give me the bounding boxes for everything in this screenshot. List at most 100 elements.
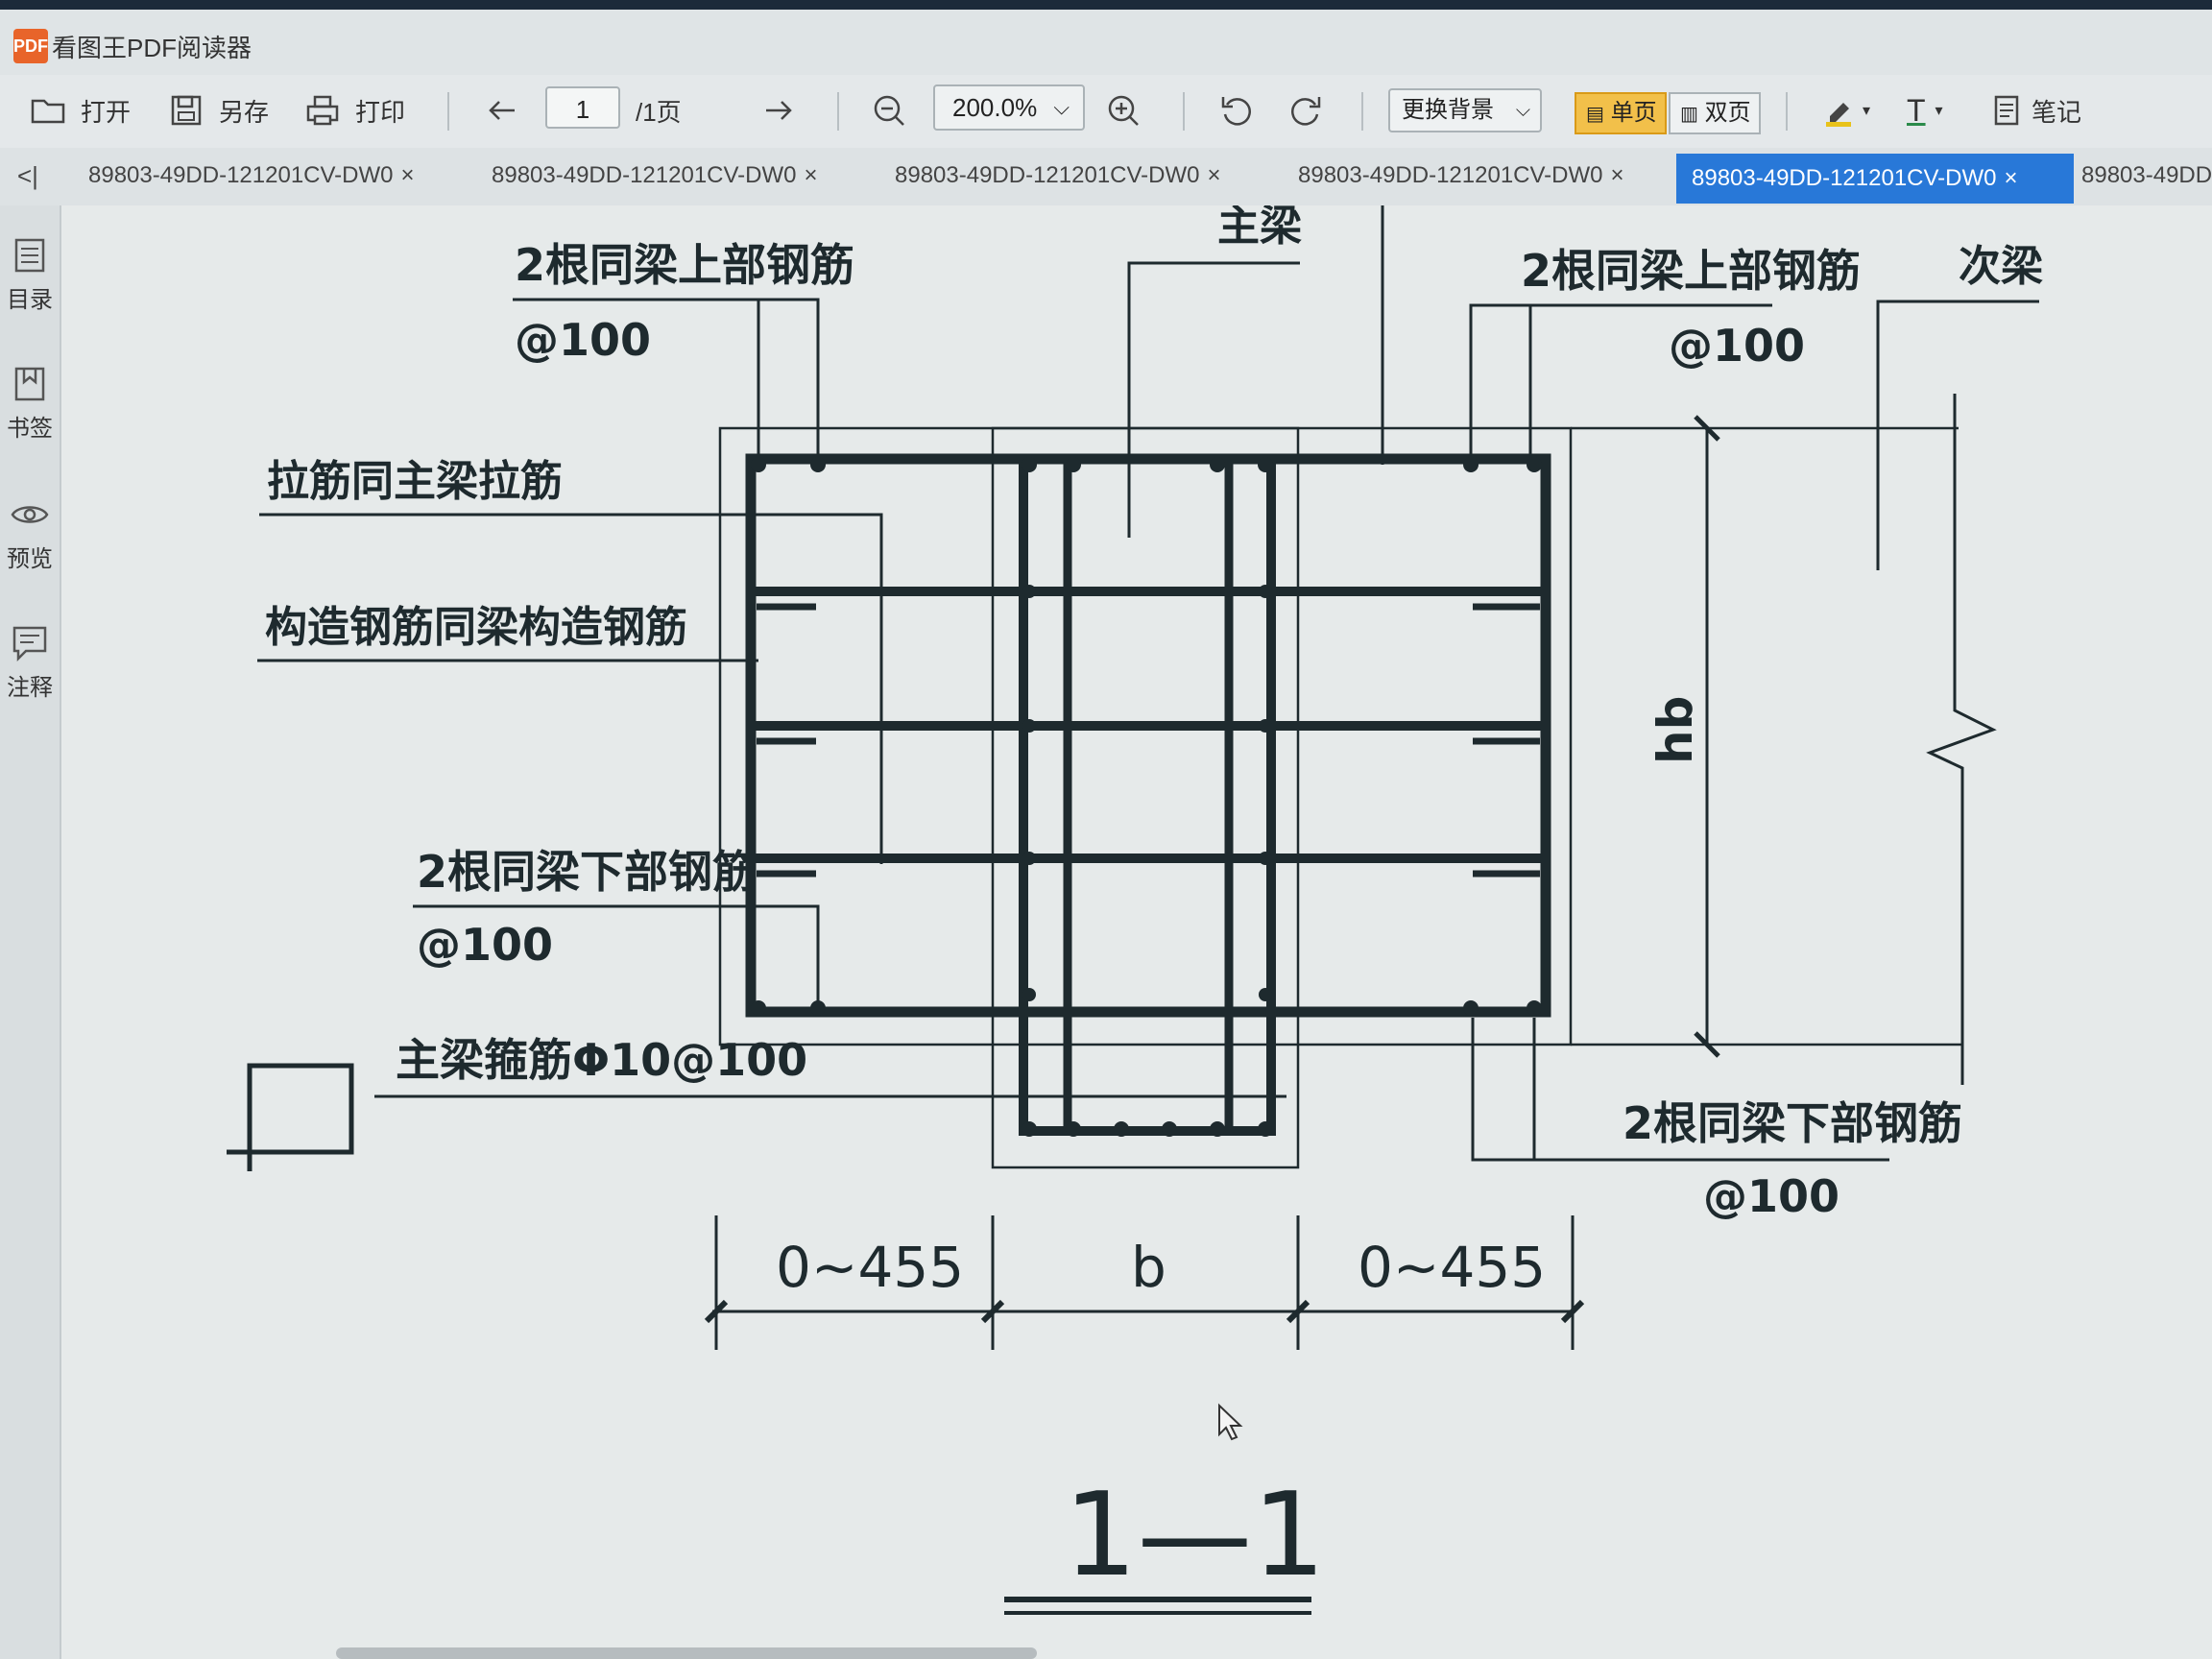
rebar-dot [810,457,826,472]
tab-label: 89803-49DD-121201CV-DW0 [895,162,1200,188]
top-left-spacing: @100 [515,314,651,366]
rebar-dot [1162,1121,1177,1137]
rebar-dot [1258,457,1273,472]
open-button[interactable]: 打开 [29,88,131,132]
text-tool-button[interactable]: T ▾ [1907,88,1943,132]
tab-label: 89803-49DD-121201CV-DW0 [88,162,394,188]
title-bar: PDF 看图王PDF阅读器 [0,0,2212,75]
rebar-dot [1259,852,1272,865]
tab-label: 89803-49DD-121201CV-DW0 [1692,165,1997,191]
save-icon [171,95,202,126]
change-background-select[interactable]: 更换背景 ⌵ [1388,88,1542,132]
zoom-value: 200.0% [952,93,1038,122]
rotate-left-button[interactable] [1217,88,1256,132]
notes-button[interactable]: 笔记 [1987,88,2081,132]
zoom-select[interactable]: 200.0% ⌵ [933,84,1085,131]
close-icon[interactable]: × [401,162,415,188]
rebar-dot [751,457,766,472]
caret-down-icon: ▾ [1935,103,1943,119]
page-number-input[interactable]: 1 [545,86,620,129]
bookmark-icon [14,367,45,401]
sidebar-item-label: 预览 [7,546,53,572]
print-button[interactable]: 打印 [303,88,405,132]
sidebar-item-bookmarks[interactable]: 书签 [0,363,60,443]
print-label: 打印 [355,97,406,127]
document-tab[interactable]: 89803-49DD-121201CV-DW0 × [88,148,463,204]
document-canvas[interactable]: 主梁 次梁 2根同梁上部钢筋 @100 2根同梁上部钢筋 @100 拉筋同主梁拉… [61,205,2212,1659]
folder-icon [31,99,65,124]
sidebar-item-toc[interactable]: 目录 [0,234,60,314]
main-beam-label: 主梁 [1217,205,1302,251]
sidebar: 目录 书签 预览 注释 [0,205,61,1659]
next-page-button[interactable] [758,88,797,132]
prev-page-button[interactable] [484,88,522,132]
dimension-right: 0~455 [1358,1235,1546,1300]
arrow-left-icon [489,101,515,120]
rotate-right-button[interactable] [1286,88,1325,132]
rebar-dot [1066,457,1081,472]
rebar-dot [1258,1121,1273,1137]
tab-label: 89803-49DD-121201CV-DW0 [1298,162,1603,188]
toolbar-divider [1786,92,1788,131]
double-page-button[interactable]: ▥ 双页 [1669,92,1761,134]
zoom-out-button[interactable] [870,88,908,132]
document-tab[interactable]: 89803-49DD-121201CV-DW0 × [492,148,866,204]
rebar-dot [1022,1121,1037,1137]
close-icon[interactable]: × [805,162,818,188]
toolbar-divider [1361,92,1363,131]
rebar-dot [1066,1121,1081,1137]
height-label: hb [1647,696,1703,764]
main-beam-outline [991,426,1300,1169]
collapse-tabs-button[interactable]: <| [17,148,46,204]
bottom-right-rebar-label: 2根同梁下部钢筋 [1623,1097,1962,1149]
note-icon [1994,95,2019,126]
rebar-dot [1022,852,1036,865]
highlight-tool-button[interactable]: ▾ [1820,88,1870,132]
rotate-left-icon [1221,97,1251,126]
rebar-dot [1114,1121,1129,1137]
comment-icon [12,626,47,662]
document-tab[interactable]: 89803-49DD-121201CV-DW0 × [1298,148,1672,204]
rebar-dot [1022,988,1036,1001]
document-tab[interactable]: 89803-49DD-121201CV-DW0 × [895,148,1269,204]
rebar-dot [1022,585,1036,598]
sidebar-item-label: 书签 [7,416,53,442]
top-left-rebar-label: 2根同梁上部钢筋 [515,239,854,291]
close-icon[interactable]: × [1208,162,1221,188]
chevron-down-icon: ⌵ [1515,100,1530,121]
tab-label: 89803-49DD [2081,162,2212,188]
rebar-dot [1022,457,1037,472]
tie-rebar-label: 拉筋同主梁拉筋 [267,457,563,506]
document-tab-active[interactable]: 89803-49DD-121201CV-DW0 × [1676,154,2074,204]
rebar-dot [1210,457,1225,472]
structural-rebar-label: 构造钢筋同梁构造钢筋 [265,603,687,652]
rebar-dot [810,1000,826,1016]
single-page-button[interactable]: ▤ 单页 [1575,92,1667,134]
sidebar-item-label: 目录 [7,287,53,313]
secondary-beam-label: 次梁 [1959,242,2043,291]
break-line [1926,394,1997,1085]
sidebar-item-preview[interactable]: 预览 [0,493,60,573]
app-title: 看图王PDF阅读器 [52,34,252,62]
rebar-dot [1259,719,1272,733]
zoom-in-button[interactable] [1104,88,1142,132]
close-icon[interactable]: × [1611,162,1624,188]
sidebar-item-label: 注释 [7,675,53,701]
horizontal-scrollbar[interactable] [336,1647,1037,1659]
rebar-dot [1259,585,1272,598]
top-right-rebar-label: 2根同梁上部钢筋 [1521,245,1861,297]
single-page-label: 单页 [1610,100,1657,126]
caret-down-icon: ▾ [1863,103,1871,119]
rebar-dot [1463,457,1479,472]
saveas-button[interactable]: 另存 [167,88,269,132]
document-tab[interactable]: 89803-49DD [2081,148,2212,204]
page-total: /1页 [636,97,682,127]
highlighter-icon [1826,103,1851,127]
rotate-right-icon [1291,97,1321,126]
saveas-label: 另存 [219,97,270,127]
text-tool-icon: T [1907,92,1926,128]
close-icon[interactable]: × [2005,165,2018,191]
sidebar-item-annotations[interactable]: 注释 [0,622,60,702]
cad-section-drawing: 主梁 次梁 2根同梁上部钢筋 @100 2根同梁上部钢筋 @100 拉筋同主梁拉… [227,205,2043,1615]
top-right-spacing: @100 [1669,320,1805,372]
